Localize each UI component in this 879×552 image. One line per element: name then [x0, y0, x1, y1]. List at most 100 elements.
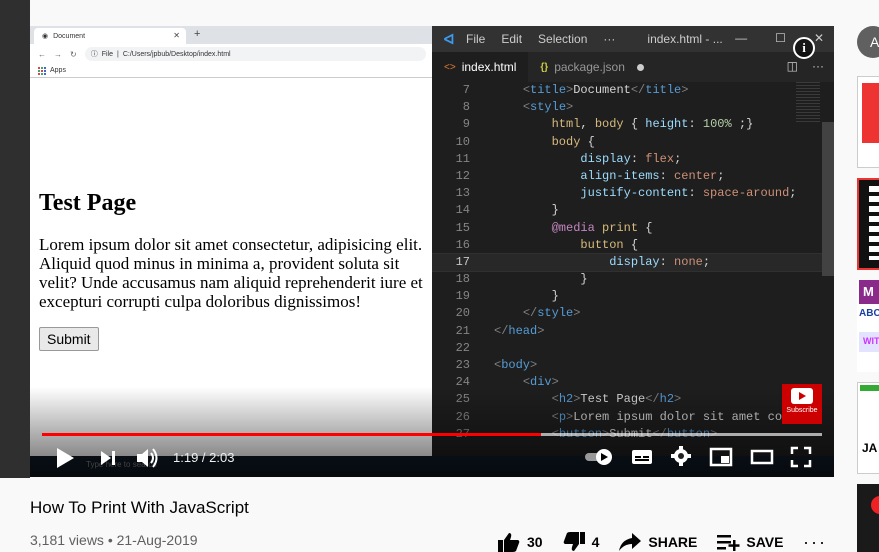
line-number: 23	[455, 358, 470, 372]
related-video-thumbnail[interactable]	[857, 178, 879, 270]
code-line: 18 }	[432, 271, 834, 288]
code-text: }	[580, 272, 588, 287]
vscode-logo-icon: ᐊ	[443, 30, 455, 47]
line-number: 15	[455, 220, 470, 235]
video-title: How To Print With JavaScript	[30, 498, 249, 517]
theater-mode-icon	[750, 449, 774, 465]
save-label: SAVE	[746, 534, 784, 550]
related-video-thumbnail[interactable]	[857, 484, 879, 552]
vscode-window-title: index.html - ...	[647, 32, 723, 46]
skip-next-icon	[101, 451, 115, 465]
info-icon[interactable]: i	[793, 37, 815, 59]
youtube-logo-icon	[791, 388, 813, 404]
thumbs-down-icon	[563, 532, 585, 551]
avatar[interactable]: A	[857, 26, 879, 58]
code-text: </style>	[522, 306, 581, 321]
line-number: 19	[455, 289, 470, 304]
vscode-menu-item: Selection	[538, 32, 588, 46]
related-video-thumbnail[interactable]	[857, 76, 879, 168]
thumbnail-text: M	[859, 280, 879, 304]
thumbs-up-icon	[498, 533, 520, 552]
thumbnail-text: WIT	[859, 332, 879, 352]
vscode-menu-item: ···	[603, 32, 616, 46]
subscribe-watermark[interactable]: Subscribe	[782, 384, 822, 424]
code-text: <div>	[522, 375, 559, 390]
line-number: 9	[462, 117, 470, 132]
line-number: 25	[455, 392, 470, 407]
line-number: 8	[462, 100, 470, 115]
code-line: 10 body {	[432, 134, 834, 151]
recorded-browser-window: ◉ Document ✕ + ← → ↻ ⓘ File | C:/Users/j…	[30, 26, 432, 456]
vscode-menu-item: File	[466, 32, 486, 46]
vscode-titlebar: ᐊ File Edit Selection ··· index.html - ... …	[432, 26, 834, 52]
video-player[interactable]: ◉ Document ✕ + ← → ↻ ⓘ File | C:/Users/j…	[30, 26, 834, 477]
watermark-label: Subscribe	[786, 407, 818, 414]
autoplay-toggle[interactable]	[584, 448, 614, 466]
code-line: 8 <style>	[432, 99, 834, 116]
editor-tab: <> index.html	[432, 52, 529, 82]
code-line: 11 display: flex;	[432, 151, 834, 168]
code-line: 25 <h2>Test Page</h2>	[432, 391, 834, 408]
save-button[interactable]: SAVE	[716, 532, 783, 552]
line-number: 16	[455, 237, 470, 252]
like-button[interactable]: 30	[497, 531, 543, 552]
theater-mode-button[interactable]	[750, 447, 774, 467]
code-line: 17 display: none;	[432, 252, 834, 273]
line-number: 10	[455, 134, 470, 149]
line-number: 26	[455, 409, 470, 424]
maximize-icon: ☐	[775, 31, 786, 45]
code-text: @media print {	[551, 220, 653, 235]
subtitles-icon	[632, 450, 652, 464]
line-number: 14	[455, 203, 470, 218]
code-line: 21 </head>	[432, 323, 834, 340]
more-actions-icon: ···	[812, 59, 824, 73]
recorded-vscode-window: ᐊ File Edit Selection ··· index.html - ... …	[432, 26, 834, 456]
thumbnail-text: ABC	[859, 308, 879, 319]
time-display: 1:19 / 2:03	[173, 450, 235, 465]
video-actions: 30 4 SHARE SAVE	[497, 531, 802, 552]
line-number: 24	[455, 375, 470, 390]
code-editor: 7 <title>Document</title> 8 <style> 9 html…	[432, 82, 834, 443]
dislike-button[interactable]: 4	[562, 531, 600, 552]
share-label: SHARE	[648, 534, 698, 550]
line-number: 20	[455, 306, 470, 321]
close-icon: ✕	[173, 31, 180, 40]
line-number: 11	[455, 151, 470, 166]
code-text: display: none;	[609, 254, 711, 269]
settings-button[interactable]	[670, 445, 692, 467]
line-number: 22	[455, 340, 470, 355]
progress-bar[interactable]	[42, 433, 822, 436]
code-text: display: flex;	[580, 151, 682, 166]
subtitles-button[interactable]	[631, 446, 653, 468]
dislike-count: 4	[591, 534, 600, 550]
miniplayer-button[interactable]	[709, 446, 733, 468]
related-video-thumbnail[interactable]: M ABC WIT	[857, 280, 879, 372]
line-number: 12	[455, 168, 470, 183]
share-button[interactable]: SHARE	[618, 532, 697, 552]
fullscreen-button[interactable]	[790, 446, 812, 468]
editor-tab-label: package.json	[554, 60, 625, 74]
next-button[interactable]	[98, 448, 118, 468]
browser-tabbar: ◉ Document ✕ +	[30, 26, 432, 44]
bookmarks-bar: Apps	[30, 64, 432, 78]
thumbnail-text: JA	[862, 441, 878, 455]
unsaved-dot-icon	[636, 63, 644, 71]
playlist-add-icon	[717, 535, 740, 551]
vscode-menu: File Edit Selection ···	[466, 32, 615, 46]
mute-button[interactable]	[134, 446, 160, 470]
code-text: <p>Lorem ipsum dolor sit amet consec	[551, 409, 811, 424]
browser-tab-title: Document	[53, 32, 86, 40]
left-strip	[0, 0, 30, 478]
related-video-thumbnail[interactable]: JA	[857, 382, 879, 474]
demo-heading: Test Page	[39, 190, 137, 216]
code-text: <body>	[494, 358, 538, 372]
forward-icon: →	[54, 49, 62, 59]
code-line: 23 <body>	[432, 357, 834, 374]
code-text: </head>	[494, 323, 545, 338]
code-line: 20 </style>	[432, 305, 834, 322]
play-button[interactable]	[54, 446, 76, 470]
like-count: 30	[527, 534, 543, 550]
miniplayer-icon	[709, 447, 733, 467]
more-actions-button[interactable]: ···	[803, 532, 827, 552]
browser-tab: ◉ Document ✕	[34, 28, 186, 44]
